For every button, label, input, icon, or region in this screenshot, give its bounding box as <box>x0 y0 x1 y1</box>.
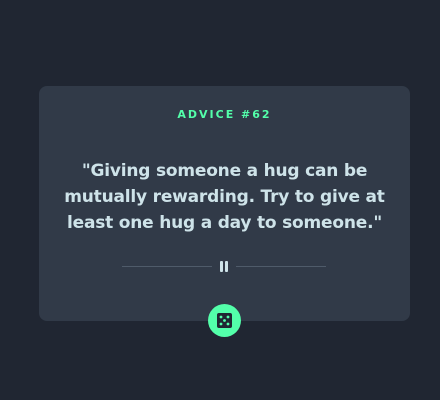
divider-line-right <box>236 266 326 267</box>
pause-icon <box>219 261 229 272</box>
advice-card: ADVICE #62 "Giving someone a hug can be … <box>39 86 410 321</box>
advice-quote-text: "Giving someone a hug can be mutually re… <box>64 161 385 233</box>
advice-number-label: ADVICE #62 <box>177 108 272 121</box>
dice-icon <box>217 313 232 328</box>
divider <box>122 260 326 274</box>
new-advice-button[interactable] <box>208 304 241 337</box>
divider-line-left <box>122 266 212 267</box>
